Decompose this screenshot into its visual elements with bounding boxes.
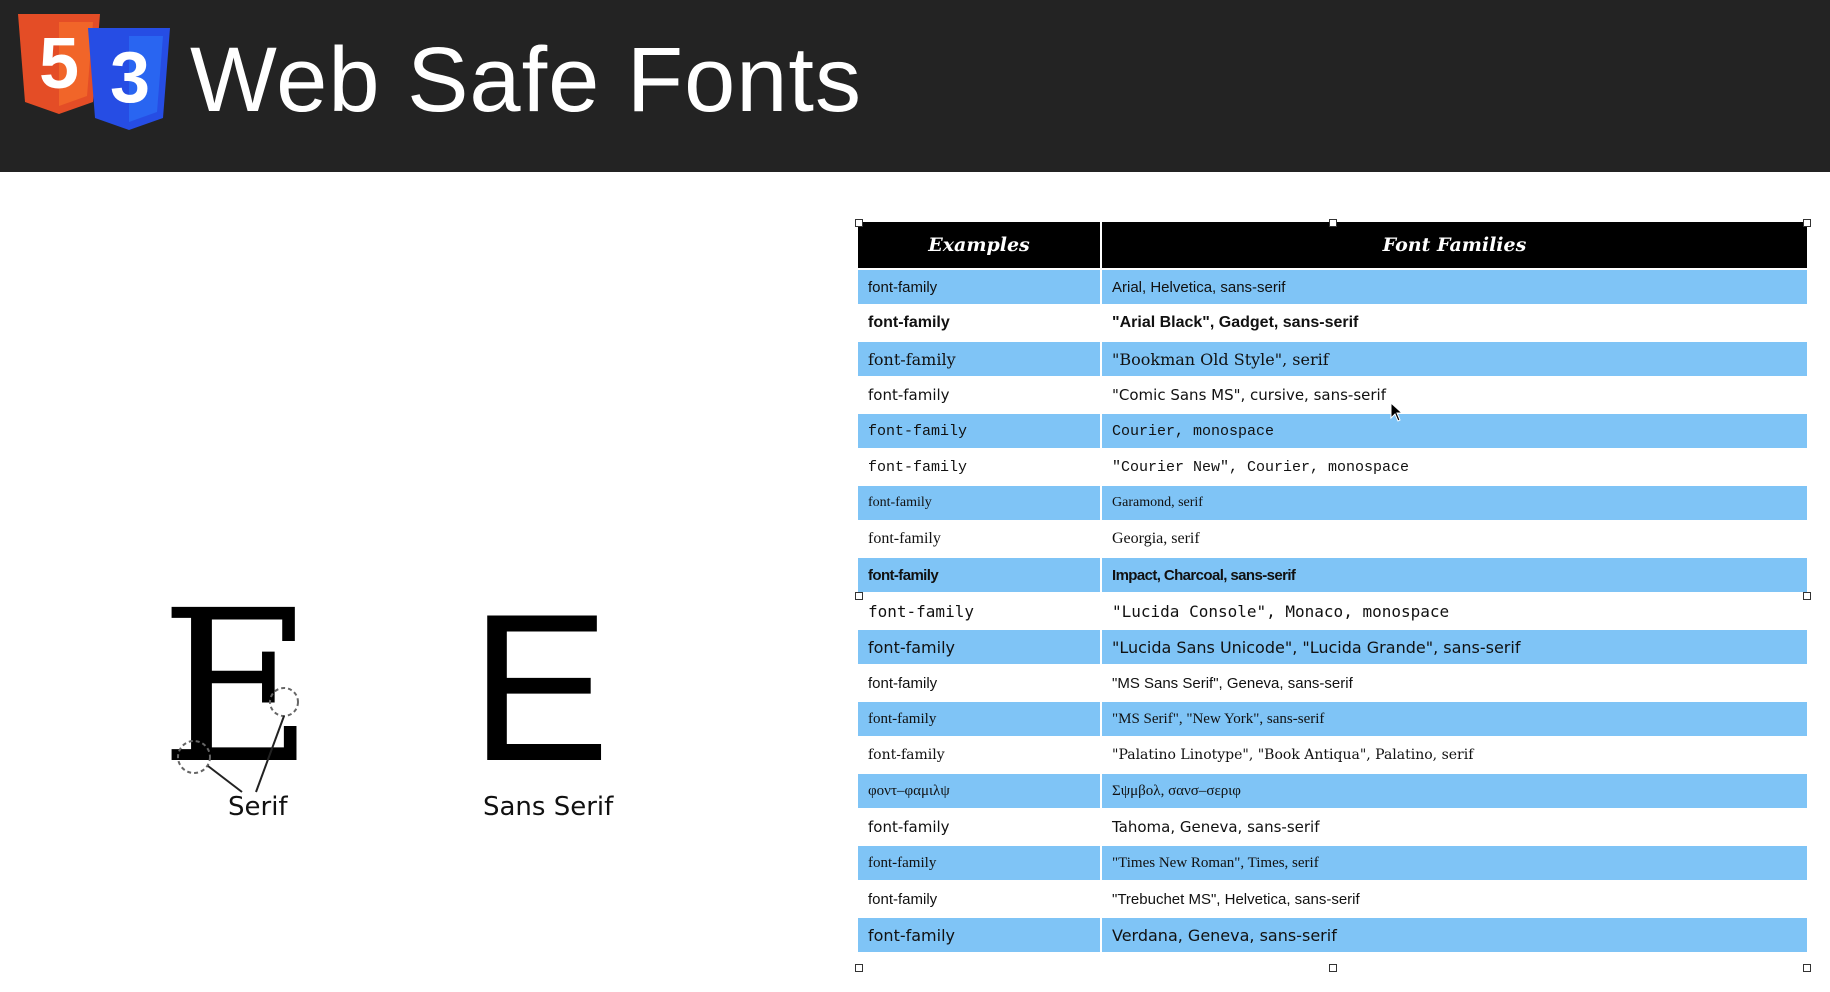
example-cell[interactable]: font-family (858, 808, 1102, 845)
page-title: Web Safe Fonts (190, 29, 862, 131)
table-row[interactable]: font-family "Times New Roman", Times, ser… (858, 844, 1807, 881)
table-row[interactable]: font-family "Palatino Linotype", "Book An… (858, 736, 1807, 773)
table-row[interactable]: font-family "Courier New", Courier, monos… (858, 448, 1807, 485)
example-cell[interactable]: font-family (858, 304, 1102, 341)
font-families-cell[interactable]: "Lucida Console", Monaco, monospace (1101, 592, 1807, 629)
table-row[interactable]: font-family "Lucida Sans Unicode", "Lucid… (858, 628, 1807, 665)
example-cell[interactable]: φοντ–φαμιλψ (858, 772, 1102, 809)
table-row[interactable]: font-family Impact, Charcoal, sans-serif (858, 556, 1807, 593)
resize-handle[interactable] (855, 592, 863, 600)
font-families-cell[interactable]: "Times New Roman", Times, serif (1101, 844, 1807, 881)
table-row[interactable]: font-family "Arial Black", Gadget, sans-s… (858, 304, 1807, 341)
table-row[interactable]: font-family Arial, Helvetica, sans-serif (858, 268, 1807, 305)
font-families-cell[interactable]: Verdana, Geneva, sans-serif (1101, 916, 1807, 952)
font-families-cell[interactable]: "Courier New", Courier, monospace (1101, 448, 1807, 485)
table-row[interactable]: φοντ–φαμιλψ Σψμβολ, σανσ–σεριφ (858, 772, 1807, 809)
column-header-examples: Examples (858, 222, 1102, 269)
sans-serif-label: Sans Serif (483, 792, 614, 822)
font-families-cell[interactable]: Σψμβολ, σανσ–σεριφ (1101, 772, 1807, 809)
font-families-cell[interactable]: "MS Serif", "New York", sans-serif (1101, 700, 1807, 737)
svg-text:3: 3 (110, 38, 150, 118)
font-families-cell[interactable]: "Palatino Linotype", "Book Antiqua", Pal… (1101, 736, 1807, 773)
font-families-cell[interactable]: Arial, Helvetica, sans-serif (1101, 268, 1807, 305)
table-row[interactable]: font-family Courier, monospace (858, 412, 1807, 449)
resize-handle[interactable] (855, 219, 863, 227)
sans-letter: E (470, 590, 610, 805)
font-families-cell[interactable]: "Trebuchet MS", Helvetica, sans-serif (1101, 880, 1807, 917)
table-row[interactable]: font-family "MS Serif", "New York", sans-… (858, 700, 1807, 737)
font-families-cell[interactable]: Garamond, serif (1101, 484, 1807, 521)
example-cell[interactable]: font-family (858, 880, 1102, 917)
table-row[interactable]: font-family "Bookman Old Style", serif (858, 340, 1807, 377)
table-row[interactable]: font-family Tahoma, Geneva, sans-serif (858, 808, 1807, 845)
font-families-table[interactable]: Examples Font Families font-family Arial,… (858, 222, 1807, 952)
mouse-pointer-icon (1390, 402, 1404, 422)
example-cell[interactable]: font-family (858, 628, 1102, 665)
example-cell[interactable]: font-family (858, 376, 1102, 413)
serif-label: Serif (228, 792, 288, 822)
font-families-cell[interactable]: Courier, monospace (1101, 412, 1807, 449)
header-bar: 5 3 Web Safe Fonts (0, 0, 1830, 172)
table-row[interactable]: font-family "MS Sans Serif", Geneva, sans… (858, 664, 1807, 701)
example-cell[interactable]: font-family (858, 268, 1102, 305)
resize-handle[interactable] (1803, 964, 1811, 972)
example-cell[interactable]: font-family (858, 916, 1102, 952)
table-row[interactable]: font-family "Comic Sans MS", cursive, san… (858, 376, 1807, 413)
example-cell[interactable]: font-family (858, 448, 1102, 485)
font-families-cell[interactable]: "MS Sans Serif", Geneva, sans-serif (1101, 664, 1807, 701)
font-families-cell[interactable]: "Lucida Sans Unicode", "Lucida Grande", … (1101, 628, 1807, 665)
table-row[interactable]: font-family Georgia, serif (858, 520, 1807, 557)
table-row[interactable]: font-family Verdana, Geneva, sans-serif (858, 916, 1807, 952)
font-families-cell[interactable]: Tahoma, Geneva, sans-serif (1101, 808, 1807, 845)
example-cell[interactable]: font-family (858, 844, 1102, 881)
example-cell[interactable]: font-family (858, 412, 1102, 449)
resize-handle[interactable] (1803, 592, 1811, 600)
resize-handle[interactable] (1329, 219, 1337, 227)
serif-vs-sans-illustration: E E Serif Sans Serif (160, 565, 640, 840)
example-cell[interactable]: font-family (858, 340, 1102, 377)
resize-handle[interactable] (1803, 219, 1811, 227)
font-families-cell[interactable]: "Bookman Old Style", serif (1101, 340, 1807, 377)
font-families-cell[interactable]: Georgia, serif (1101, 520, 1807, 557)
example-cell[interactable]: font-family (858, 520, 1102, 557)
example-cell[interactable]: font-family (858, 736, 1102, 773)
example-cell[interactable]: font-family (858, 700, 1102, 737)
column-header-font-families: Font Families (1101, 222, 1807, 269)
svg-text:5: 5 (39, 24, 79, 104)
html5-css3-logo: 5 3 (18, 14, 170, 130)
example-cell[interactable]: font-family (858, 664, 1102, 701)
font-families-cell[interactable]: "Arial Black", Gadget, sans-serif (1101, 304, 1807, 341)
table-row[interactable]: font-family Garamond, serif (858, 484, 1807, 521)
table-row[interactable]: font-family "Lucida Console", Monaco, mon… (858, 592, 1807, 629)
resize-handle[interactable] (1329, 964, 1337, 972)
resize-handle[interactable] (855, 964, 863, 972)
example-cell[interactable]: font-family (858, 484, 1102, 521)
font-families-cell[interactable]: Impact, Charcoal, sans-serif (1101, 556, 1807, 593)
font-families-cell[interactable]: "Comic Sans MS", cursive, sans-serif (1101, 376, 1807, 413)
font-families-table-selection[interactable]: Examples Font Families font-family Arial,… (855, 219, 1811, 972)
serif-letter: E (160, 590, 313, 810)
table-header-row: Examples Font Families (858, 222, 1807, 269)
example-cell[interactable]: font-family (858, 592, 1102, 629)
example-cell[interactable]: font-family (858, 556, 1102, 593)
table-row[interactable]: font-family "Trebuchet MS", Helvetica, sa… (858, 880, 1807, 917)
